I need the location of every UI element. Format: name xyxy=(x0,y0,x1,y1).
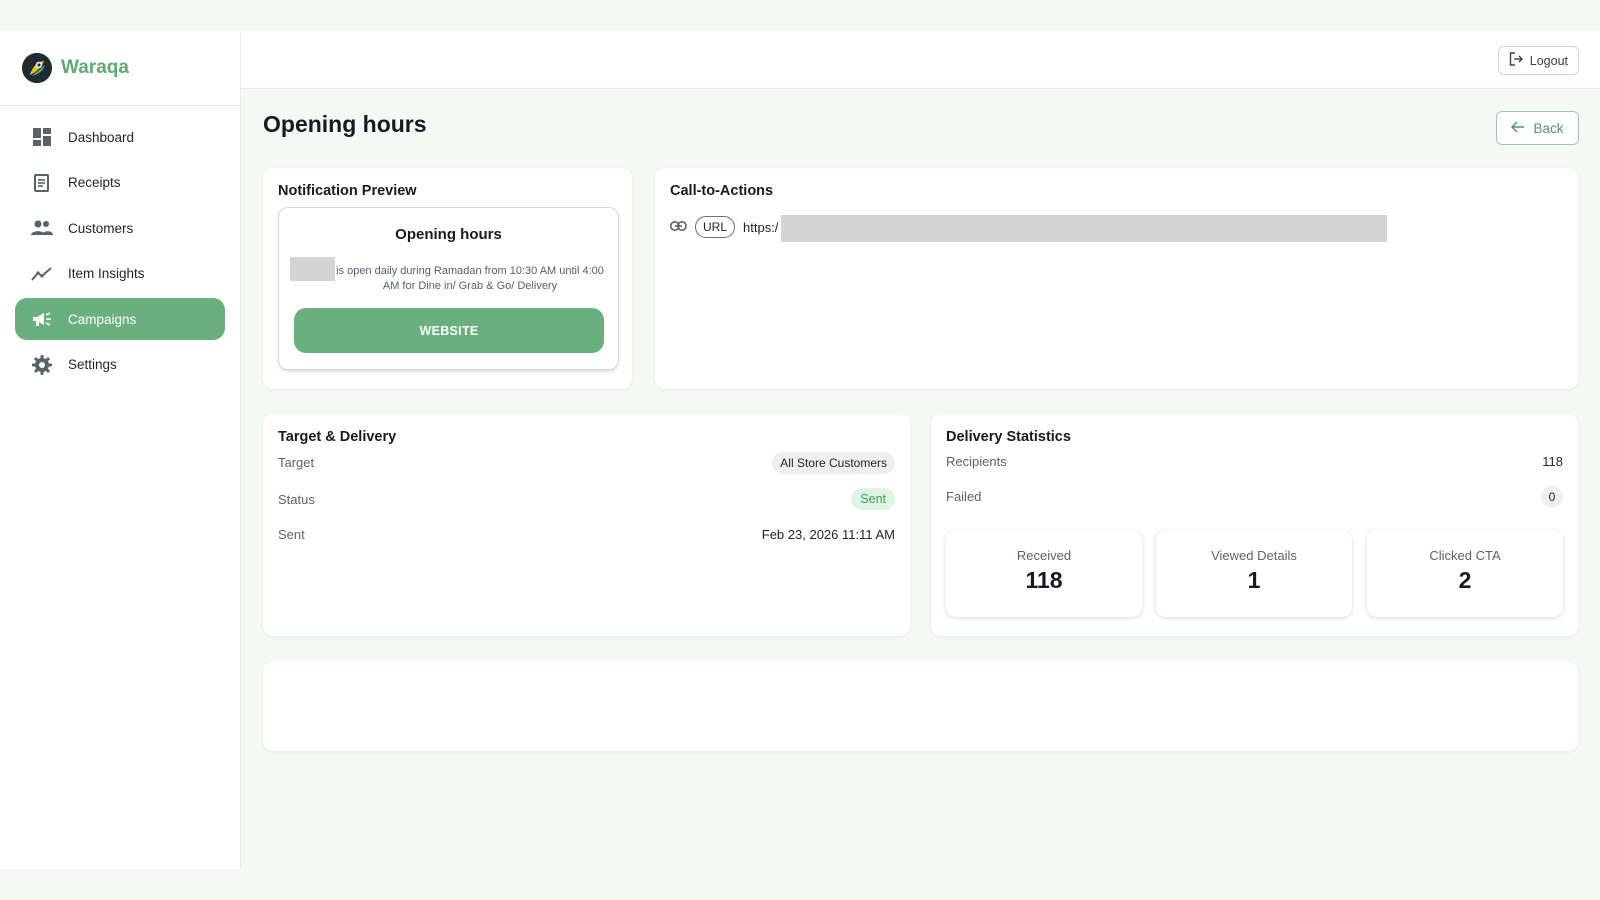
notification-body: is open daily during Ramadan from 10:30 … xyxy=(336,265,604,292)
stat-value: 2 xyxy=(1458,567,1472,593)
notification-preview: Opening hours is open daily during Ramad… xyxy=(278,207,619,370)
card-title: Target & Delivery xyxy=(278,429,397,445)
sidebar-item-settings[interactable]: Settings xyxy=(15,344,225,386)
stat-label: Received xyxy=(1016,548,1072,563)
app-window: Waraqa Dashboard Receipts Customers Item… xyxy=(0,31,1600,869)
logout-icon xyxy=(1509,52,1523,69)
sidebar-item-label: Dashboard xyxy=(68,129,135,145)
notification-preview-card: Notification Preview Opening hours is op… xyxy=(263,168,632,389)
sidebar-item-label: Item Insights xyxy=(68,266,145,281)
target-badge: All Store Customers xyxy=(772,452,895,474)
sidebar-item-item-insights[interactable]: Item Insights xyxy=(15,253,225,295)
sidebar-item-customers[interactable]: Customers xyxy=(15,207,225,249)
call-to-actions-card: Call-to-Actions URL https:/ xyxy=(655,168,1578,389)
redacted-block xyxy=(781,215,1387,242)
target-label: Target xyxy=(278,455,315,470)
sidebar-item-dashboard[interactable]: Dashboard xyxy=(15,116,225,158)
sent-timestamp: Feb 23, 2026 11:11 AM xyxy=(761,527,895,542)
sent-label: Sent xyxy=(278,527,305,542)
stat-tile-clicked-cta: Clicked CTA 2 xyxy=(1367,530,1563,617)
main-content: Opening hours Back Notification Preview … xyxy=(241,89,1600,869)
link-icon xyxy=(670,218,687,236)
page-title: Opening hours xyxy=(263,111,427,137)
back-label: Back xyxy=(1533,120,1564,136)
people-icon xyxy=(31,217,53,239)
stat-value: 118 xyxy=(1025,567,1063,593)
notification-title: Opening hours xyxy=(395,226,502,243)
sidebar-item-label: Customers xyxy=(68,220,134,236)
target-delivery-card: Target & Delivery Target All Store Custo… xyxy=(263,414,910,636)
topbar: Logout xyxy=(241,31,1600,89)
stat-label: Clicked CTA xyxy=(1429,548,1501,563)
logout-label: Logout xyxy=(1529,53,1568,68)
stat-tile-received: Received 118 xyxy=(946,530,1142,617)
website-button[interactable]: WEBSITE xyxy=(294,308,604,353)
sidebar-item-label: Receipts xyxy=(68,175,121,190)
recipients-count: 118 xyxy=(1542,454,1563,469)
redacted-block xyxy=(290,257,335,281)
megaphone-icon xyxy=(31,308,53,330)
brand-name: Waraqa xyxy=(61,57,129,78)
sidebar-item-label: Campaigns xyxy=(68,311,137,327)
recipients-label: Recipients xyxy=(946,454,1007,469)
sidebar-item-campaigns[interactable]: Campaigns xyxy=(15,298,225,340)
status-label: Status xyxy=(278,492,315,507)
sidebar-item-receipts[interactable]: Receipts xyxy=(15,162,225,204)
sidebar: Waraqa Dashboard Receipts Customers Item… xyxy=(0,31,241,869)
arrow-left-icon xyxy=(1511,120,1525,136)
failed-label: Failed xyxy=(946,489,982,504)
gear-icon xyxy=(31,354,53,376)
trending-icon xyxy=(31,263,53,285)
status-badge: Sent xyxy=(851,488,895,510)
stat-value: 1 xyxy=(1247,567,1261,593)
logout-button[interactable]: Logout xyxy=(1497,46,1579,75)
sidebar-nav: Dashboard Receipts Customers Item Insigh… xyxy=(0,106,240,399)
receipt-icon xyxy=(31,172,53,194)
cta-row[interactable]: URL https:/ xyxy=(670,216,778,238)
cta-url[interactable]: https:/ xyxy=(743,220,778,235)
delivery-statistics-card: Delivery Statistics Recipients 118 Faile… xyxy=(931,414,1578,636)
waraqa-logo-icon xyxy=(22,53,52,83)
cta-type-badge: URL xyxy=(695,216,736,238)
back-button[interactable]: Back xyxy=(1496,111,1579,145)
dashboard-icon xyxy=(31,126,53,148)
failed-count: 0 xyxy=(1541,486,1563,508)
card-title: Delivery Statistics xyxy=(946,429,1071,445)
sidebar-item-label: Settings xyxy=(68,357,117,372)
card-title: Call-to-Actions xyxy=(670,183,774,199)
empty-card xyxy=(263,661,1578,751)
stat-tile-viewed-details: Viewed Details 1 xyxy=(1156,530,1352,617)
brand[interactable]: Waraqa xyxy=(0,31,240,106)
stat-label: Viewed Details xyxy=(1211,548,1297,563)
card-title: Notification Preview xyxy=(278,183,417,199)
